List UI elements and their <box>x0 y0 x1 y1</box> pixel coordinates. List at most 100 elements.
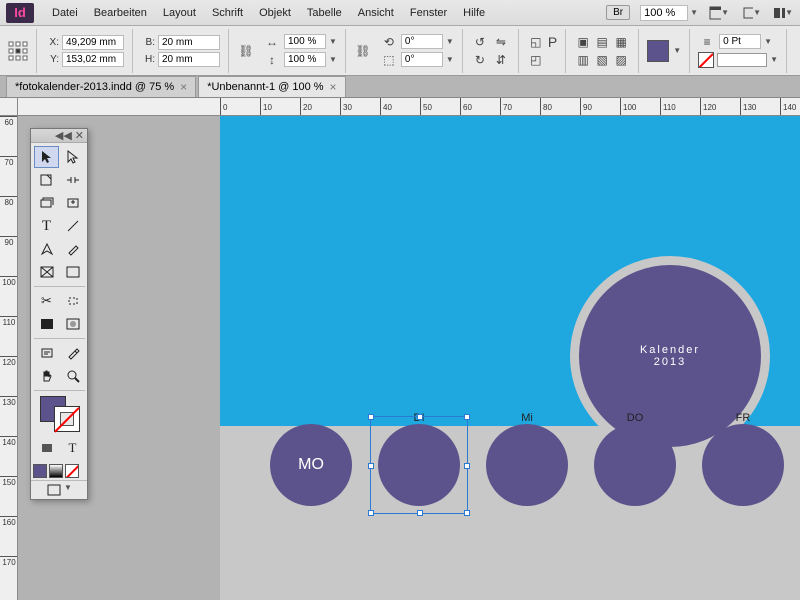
reference-point[interactable] <box>8 29 37 73</box>
zoom-tool[interactable] <box>60 365 85 387</box>
flip-v-icon[interactable]: ⇵ <box>492 52 510 68</box>
apply-none[interactable] <box>65 464 79 478</box>
shear-icon: ⬚ <box>380 52 398 68</box>
tab-close-icon[interactable]: × <box>180 80 187 94</box>
dropdown-icon[interactable]: ▼ <box>690 8 698 17</box>
menu-schrift[interactable]: Schrift <box>204 4 251 22</box>
eyedropper-tool[interactable] <box>60 342 85 364</box>
gradient-feather-tool[interactable] <box>60 313 85 335</box>
menu-ansicht[interactable]: Ansicht <box>350 4 402 22</box>
content-placer-tool[interactable] <box>60 192 85 214</box>
menu-layout[interactable]: Layout <box>155 4 204 22</box>
menu-bearbeiten[interactable]: Bearbeiten <box>86 4 155 22</box>
content-collector-tool[interactable] <box>34 192 59 214</box>
menu-fenster[interactable]: Fenster <box>402 4 455 22</box>
arrange-icon[interactable]: ▼ <box>772 3 794 23</box>
free-transform-tool[interactable] <box>60 290 85 312</box>
auto-fit-icon[interactable]: ▨ <box>612 52 630 68</box>
x-label: X: <box>45 37 59 48</box>
menu-hilfe[interactable]: Hilfe <box>455 4 493 22</box>
formatting-text-icon[interactable]: T <box>60 437 85 459</box>
selection-tool[interactable] <box>34 146 59 168</box>
app-logo: Id <box>6 3 34 23</box>
rotate-cw-icon[interactable]: ↻ <box>471 52 489 68</box>
fill-frame-icon[interactable]: ▥ <box>574 52 592 68</box>
screen-mode-icon[interactable]: ▼ <box>740 3 762 23</box>
flip-h-icon[interactable]: ⇋ <box>492 34 510 50</box>
hand-tool[interactable] <box>34 365 59 387</box>
tab-close-icon[interactable]: × <box>330 80 337 94</box>
zoom-control[interactable]: ▼ <box>640 5 698 21</box>
scale-x-icon: ↔ <box>263 34 281 50</box>
menu-datei[interactable]: Datei <box>44 4 86 22</box>
bridge-button[interactable]: Br <box>606 5 630 20</box>
day-circle: MO <box>270 424 352 506</box>
document-tab[interactable]: *Unbenannt-1 @ 100 %× <box>198 76 345 97</box>
rotate-input[interactable] <box>401 34 443 49</box>
w-input[interactable] <box>158 35 220 50</box>
formatting-container-icon[interactable] <box>34 437 59 459</box>
h-input[interactable] <box>158 52 220 67</box>
constrain-icon[interactable]: ⛓ <box>237 43 255 59</box>
direct-selection-tool[interactable] <box>60 146 85 168</box>
fill-swatch[interactable] <box>647 40 669 62</box>
gradient-swatch-tool[interactable] <box>34 313 59 335</box>
fill-stroke-control[interactable] <box>36 396 83 434</box>
stroke-color[interactable] <box>54 406 80 432</box>
pencil-tool[interactable] <box>60 238 85 260</box>
view-mode-row[interactable]: ▼ <box>31 480 87 499</box>
p-icon[interactable]: P <box>548 34 557 50</box>
stroke-style[interactable] <box>717 53 767 67</box>
page[interactable]: Kalender 2013 MODIMiDOFR <box>220 116 800 600</box>
menu-objekt[interactable]: Objekt <box>251 4 299 22</box>
y-input[interactable] <box>62 52 124 67</box>
shear-input[interactable] <box>401 52 443 67</box>
rectangle-frame-tool[interactable] <box>34 261 59 283</box>
h-label: H: <box>141 54 155 65</box>
note-tool[interactable] <box>34 342 59 364</box>
apply-color[interactable] <box>33 464 47 478</box>
page-tool[interactable] <box>34 169 59 191</box>
rotate-ccw-icon[interactable]: ↺ <box>471 34 489 50</box>
day-circle <box>702 424 784 506</box>
stroke-none-swatch[interactable] <box>698 52 714 68</box>
stroke-weight-input[interactable] <box>719 34 761 49</box>
menubar: Id DateiBearbeitenLayoutSchriftObjektTab… <box>0 0 800 26</box>
document-tab[interactable]: *fotokalender-2013.indd @ 75 %× <box>6 76 196 97</box>
center-content-icon[interactable]: ▦ <box>612 34 630 50</box>
fit-frame-icon[interactable]: ▣ <box>574 34 592 50</box>
title-line1: Kalender <box>640 344 700 356</box>
scissors-tool[interactable]: ✂ <box>34 290 59 312</box>
canvas[interactable]: Kalender 2013 MODIMiDOFR <box>18 116 800 600</box>
fit-prop-icon[interactable]: ▧ <box>593 52 611 68</box>
color-mode-row <box>31 462 87 480</box>
view-options-icon[interactable]: ▼ <box>708 3 730 23</box>
panel-header[interactable]: ◀◀✕ <box>31 129 87 143</box>
scale-x-input[interactable] <box>284 34 326 49</box>
close-panel-icon[interactable]: ✕ <box>75 129 84 142</box>
gap-tool[interactable] <box>60 169 85 191</box>
line-tool[interactable] <box>60 215 85 237</box>
ruler-vertical[interactable]: 60708090100110120130140150160170 <box>0 116 18 600</box>
zoom-input[interactable] <box>640 5 688 21</box>
menu-tabelle[interactable]: Tabelle <box>299 4 350 22</box>
document-tabs: *fotokalender-2013.indd @ 75 %×*Unbenann… <box>0 76 800 98</box>
view-mode-dropdown-icon[interactable]: ▼ <box>64 483 72 497</box>
pen-tool[interactable] <box>34 238 59 260</box>
type-tool[interactable]: T <box>34 215 59 237</box>
select-content-icon[interactable]: ◰ <box>527 52 545 68</box>
scale-y-input[interactable] <box>284 52 326 67</box>
day-circle <box>378 424 460 506</box>
ruler-horizontal[interactable]: 0102030405060708090100110120130140 <box>18 98 800 116</box>
normal-view-icon[interactable] <box>46 483 62 497</box>
rectangle-tool[interactable] <box>60 261 85 283</box>
x-input[interactable] <box>62 35 124 50</box>
stroke-weight-icon: ≡ <box>698 34 716 50</box>
select-container-icon[interactable]: ◱ <box>527 34 545 50</box>
apply-gradient[interactable] <box>49 464 63 478</box>
ruler-corner[interactable] <box>0 98 18 116</box>
constrain-scale-icon[interactable]: ⛓ <box>354 43 372 59</box>
collapse-icon[interactable]: ◀◀ <box>55 129 72 142</box>
tools-panel[interactable]: ◀◀✕ T ✂ <box>30 128 88 500</box>
fit-content-icon[interactable]: ▤ <box>593 34 611 50</box>
